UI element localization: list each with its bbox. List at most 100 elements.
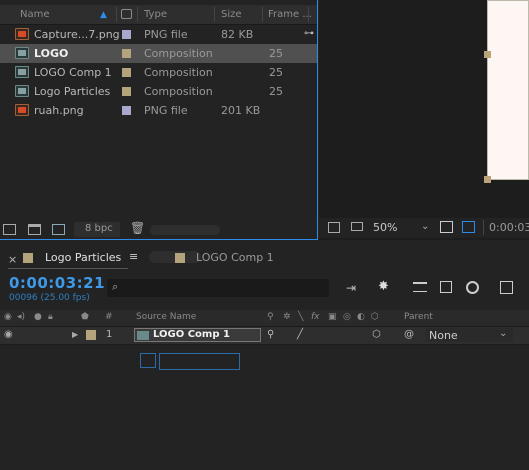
frame-count-fps: 00096 (25.00 fps) bbox=[9, 293, 90, 303]
tab-label-swatch bbox=[23, 253, 33, 263]
viewer-timecode[interactable]: 0:00:03: bbox=[489, 221, 529, 234]
bounding-handle[interactable] bbox=[484, 51, 491, 58]
panel-focus-border bbox=[317, 0, 318, 240]
layer-name: LOGO Comp 1 bbox=[153, 329, 230, 340]
bit-depth-label: 8 bpc bbox=[85, 223, 113, 234]
adjustment-switch-icon[interactable]: ◐ bbox=[357, 312, 365, 322]
parent-header: Parent bbox=[404, 312, 433, 322]
graph-editor-icon[interactable] bbox=[500, 281, 513, 294]
quality-switch-icon[interactable]: ╲ bbox=[298, 312, 303, 322]
tab-logo-comp-1[interactable]: LOGO Comp 1 bbox=[196, 251, 274, 264]
chevron-down-icon: ⌄ bbox=[499, 328, 508, 339]
item-name: LOGO bbox=[34, 47, 69, 60]
trash-icon[interactable]: 🗑 bbox=[130, 221, 145, 235]
composition-icon bbox=[15, 66, 29, 78]
zoom-value: 50% bbox=[373, 221, 398, 234]
item-label-swatch[interactable] bbox=[122, 106, 131, 115]
new-layer-placeholder[interactable] bbox=[140, 353, 156, 368]
timeline-search-input[interactable]: ⌕ bbox=[107, 279, 329, 297]
bit-depth-button[interactable]: 8 bpc bbox=[74, 222, 120, 237]
parent-dropdown[interactable]: None ⌄ bbox=[425, 328, 513, 342]
composition-icon bbox=[137, 331, 149, 340]
timeline-tab-bar: × Logo Particles ≡ LOGO Comp 1 bbox=[0, 248, 529, 270]
composition-canvas[interactable] bbox=[487, 0, 529, 180]
tab-logo-particles[interactable]: Logo Particles bbox=[45, 251, 121, 264]
video-toggle-icon[interactable]: ◉ bbox=[4, 312, 12, 322]
item-size: 82 KB bbox=[221, 28, 254, 41]
item-name: ruah.png bbox=[34, 104, 84, 117]
collapse-switch-icon[interactable]: ✲ bbox=[283, 312, 291, 322]
item-name: LOGO Comp 1 bbox=[34, 66, 112, 79]
viewer-toolbar: 50% ⌄ 0:00:03: bbox=[319, 218, 529, 238]
column-size[interactable]: Size bbox=[221, 9, 242, 20]
lock-icon[interactable]: 🔒︎ bbox=[48, 312, 53, 322]
quality-switch-icon[interactable]: ╱ bbox=[297, 329, 303, 340]
shy-switch-icon[interactable]: ⚲ bbox=[267, 312, 274, 322]
layer-number-header: # bbox=[105, 312, 113, 322]
layer-label-swatch[interactable] bbox=[86, 330, 96, 340]
new-layer-name-field[interactable] bbox=[159, 353, 240, 370]
project-item[interactable]: Logo Particles Composition 25 bbox=[0, 82, 317, 101]
column-frame-rate[interactable]: Frame ... bbox=[268, 9, 312, 20]
project-column-header: Name ▲ Type Size Frame ... bbox=[0, 5, 317, 25]
bounding-handle[interactable] bbox=[484, 176, 491, 183]
parent-value: None bbox=[429, 329, 458, 342]
expand-triangle-icon[interactable]: ▶ bbox=[72, 330, 78, 339]
always-preview-icon[interactable] bbox=[328, 222, 340, 233]
new-folder-icon[interactable] bbox=[28, 224, 41, 235]
layer-index: 1 bbox=[106, 329, 113, 340]
frame-blending-icon[interactable] bbox=[440, 281, 452, 293]
item-label-swatch[interactable] bbox=[122, 30, 131, 39]
png-file-icon bbox=[15, 104, 29, 116]
tab-label-swatch bbox=[175, 253, 185, 263]
resolution-grid-icon[interactable] bbox=[440, 221, 453, 233]
project-item[interactable]: LOGO Composition 25 bbox=[0, 44, 317, 63]
column-type[interactable]: Type bbox=[144, 9, 167, 20]
3d-layer-switch-icon[interactable]: ⬡ bbox=[371, 312, 379, 322]
layer-name-field[interactable]: LOGO Comp 1 bbox=[134, 328, 261, 342]
effects-switch-icon[interactable]: fx bbox=[311, 312, 320, 322]
chevron-down-icon: ⌄ bbox=[421, 221, 430, 232]
frame-blend-switch-icon[interactable]: ▣ bbox=[328, 312, 337, 322]
item-label-swatch[interactable] bbox=[122, 49, 131, 58]
motion-blur-icon[interactable] bbox=[466, 281, 479, 294]
motion-blur-switch-icon[interactable]: ◎ bbox=[343, 312, 351, 322]
project-item[interactable]: Capture...7.png PNG file 82 KB bbox=[0, 25, 317, 44]
source-name-header[interactable]: Source Name bbox=[136, 312, 196, 322]
monitor-icon[interactable] bbox=[351, 222, 363, 231]
close-tab-icon[interactable]: × bbox=[8, 253, 17, 266]
label-tag-icon[interactable]: ⬟ bbox=[81, 312, 89, 322]
tab-menu-icon[interactable]: ≡ bbox=[129, 250, 138, 263]
project-footer: 8 bpc 🗑 bbox=[0, 220, 317, 239]
draft-3d-icon[interactable]: ✸ bbox=[378, 279, 389, 294]
current-time-display[interactable]: 0:00:03:21 bbox=[9, 274, 105, 292]
shy-switch-icon[interactable]: ⚲ bbox=[267, 329, 274, 340]
item-size: 201 KB bbox=[221, 104, 261, 117]
project-item[interactable]: ruah.png PNG file 201 KB bbox=[0, 101, 317, 120]
item-frame-rate: 25 bbox=[269, 85, 283, 98]
mask-visibility-icon[interactable] bbox=[462, 221, 475, 233]
audio-toggle-icon[interactable]: ◂) bbox=[17, 312, 25, 322]
eye-icon[interactable]: ◉ bbox=[4, 329, 13, 340]
project-scrollbar[interactable] bbox=[150, 225, 220, 235]
search-icon: ⌕ bbox=[112, 280, 119, 293]
3d-layer-switch-icon[interactable]: ⬡ bbox=[372, 329, 381, 340]
zoom-dropdown[interactable]: 50% ⌄ bbox=[369, 220, 435, 235]
item-label-swatch[interactable] bbox=[122, 87, 131, 96]
layer-row[interactable]: ◉ ▶ 1 LOGO Comp 1 ⚲ ╱ ⬡ @ None ⌄ bbox=[0, 327, 529, 345]
sort-ascending-icon[interactable]: ▲ bbox=[100, 10, 107, 20]
shy-layers-icon[interactable] bbox=[413, 282, 427, 292]
comp-flowchart-icon[interactable]: ⇥ bbox=[346, 281, 356, 295]
item-frame-rate: 25 bbox=[269, 47, 283, 60]
item-type: PNG file bbox=[144, 28, 188, 41]
panel-focus-border-bottom bbox=[0, 239, 318, 240]
new-composition-icon[interactable] bbox=[52, 224, 65, 235]
item-label-swatch[interactable] bbox=[122, 68, 131, 77]
column-name[interactable]: Name bbox=[20, 9, 50, 20]
solo-icon[interactable]: ● bbox=[34, 312, 42, 322]
interpret-footage-icon[interactable] bbox=[3, 224, 16, 235]
pick-whip-icon[interactable]: @ bbox=[404, 329, 414, 340]
label-tag-icon[interactable] bbox=[121, 9, 132, 19]
project-item[interactable]: LOGO Comp 1 Composition 25 bbox=[0, 63, 317, 82]
flowchart-icon[interactable]: ⊶ bbox=[304, 28, 314, 39]
